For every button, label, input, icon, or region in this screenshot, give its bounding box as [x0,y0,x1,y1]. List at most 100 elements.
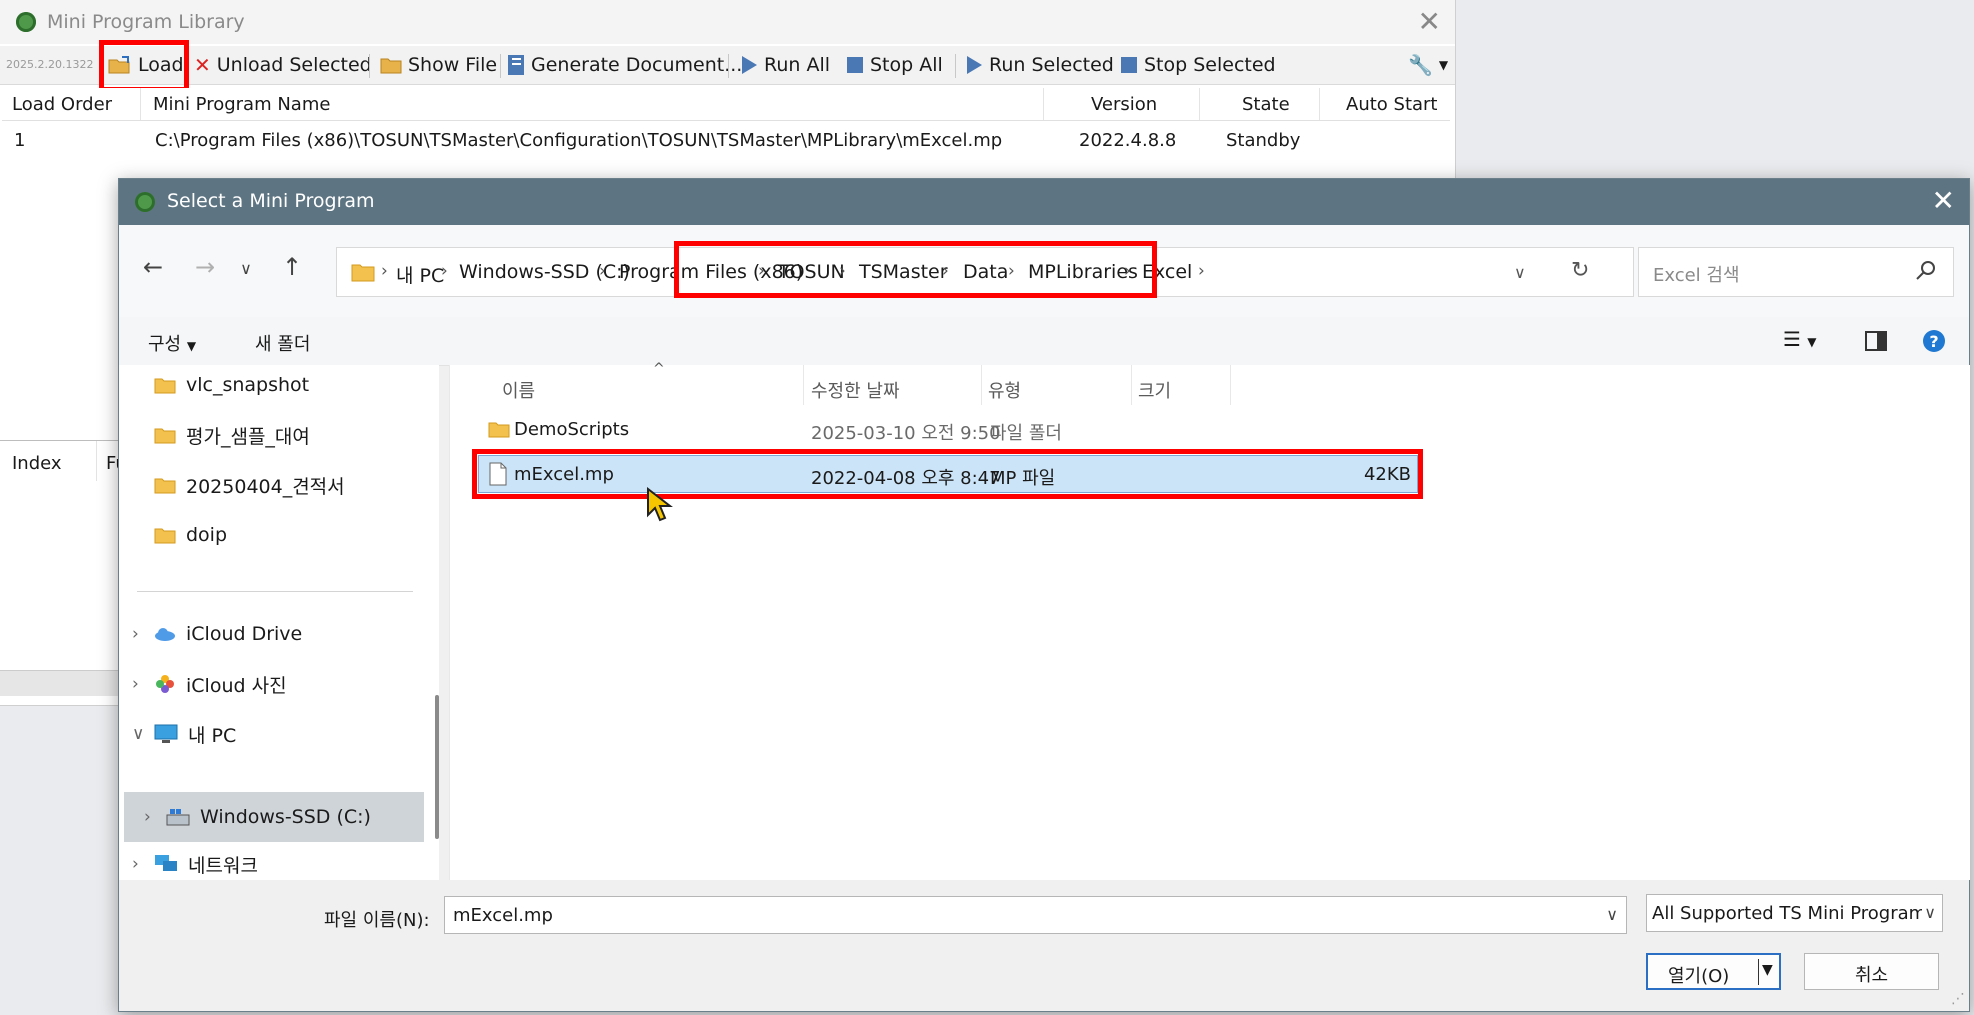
nav-item-evaluation-samples[interactable]: 평가_샘플_대여 [154,415,310,455]
stop-icon [847,57,863,73]
expand-chevron-icon[interactable]: › [132,674,139,694]
column-auto-start[interactable]: Auto Start [1346,94,1438,115]
navigation-bar: ← → ∨ ↑ › 내 PC › Windows-SSD (C:) › Prog… [119,225,1969,317]
up-arrow-icon[interactable]: ↑ [277,253,307,281]
stop-all-button[interactable]: Stop All [846,52,943,78]
folder-icon [154,378,176,394]
organize-menu[interactable]: 구성 ▼ [148,330,196,356]
dialog-title: Select a Mini Program [167,190,375,212]
column-index[interactable]: Index [12,453,62,474]
column-separator [1131,365,1132,405]
chevron-down-icon[interactable]: ∨ [1606,905,1618,924]
open-label: 열기(O) [1668,966,1730,987]
collapse-chevron-icon[interactable]: ∨ [132,724,144,744]
nav-item-windows-ssd[interactable]: › Windows-SSD (C:) [144,797,371,837]
recent-locations-chevron-icon[interactable]: ∨ [231,259,261,278]
split-separator [1758,959,1759,985]
icloud-photos-icon [156,675,174,693]
column-load-order[interactable]: Load Order [12,94,112,115]
toolbar-separator [955,54,956,78]
close-icon[interactable]: ✕ [1932,185,1955,217]
navigation-pane: vlc_snapshot 평가_샘플_대여 20250404_견적서 doip … [119,365,439,880]
show-file-button[interactable]: Show File [380,52,497,78]
view-options-icon[interactable]: ☰ ▼ [1783,327,1817,351]
column-type[interactable]: 유형 [988,377,1021,403]
dialog-footer: 파일 이름(N): mExcel.mp ∨ All Supported TS M… [119,880,1969,1011]
run-all-button[interactable]: Run All [740,52,830,78]
select-mini-program-dialog: Select a Mini Program ✕ ← → ∨ ↑ › 내 PC ›… [118,178,1970,1012]
column-size[interactable]: 크기 [1138,377,1171,403]
stop-all-label: Stop All [870,54,943,76]
breadcrumb-chevron-icon: › [381,261,388,281]
new-folder-button[interactable]: 새 폴더 [255,330,310,356]
folder-icon [154,478,176,494]
column-separator [1199,88,1200,120]
folder-icon [488,422,510,438]
search-icon [1916,261,1935,280]
column-modified[interactable]: 수정한 날짜 [811,377,900,403]
nav-item-doip[interactable]: doip [154,515,227,555]
svg-text:?: ? [1929,332,1938,351]
horizontal-scrollbar[interactable] [0,670,125,696]
back-arrow-icon[interactable]: ← [138,253,168,281]
nav-item-label: iCloud 사진 [186,674,287,697]
filetype-select[interactable]: All Supported TS Mini Program ∨ [1646,894,1943,932]
expand-chevron-icon[interactable]: › [144,807,151,827]
help-icon[interactable]: ? [1922,329,1946,353]
file-modified: 2025-03-10 오전 9:50 [811,423,1001,444]
chevron-down-icon: ∨ [1922,903,1936,922]
nav-item-icloud-photos[interactable]: › iCloud 사진 [132,664,287,704]
filename-value: mExcel.mp [453,905,553,926]
run-selected-button[interactable]: Run Selected [965,52,1114,78]
search-box[interactable]: Excel 검색 [1638,247,1954,297]
network-icon [155,855,177,871]
chevron-down-icon: ▼ [1438,58,1449,72]
generate-document-button[interactable]: Generate Document... [507,52,742,78]
preview-pane-icon[interactable] [1865,331,1887,351]
window-title: Mini Program Library [47,11,245,33]
column-state[interactable]: State [1242,94,1290,115]
nav-scrollbar[interactable] [435,695,439,839]
open-button[interactable]: 열기(O) ▼ [1646,953,1781,990]
settings-dropdown[interactable]: 🔧 ▼ [1408,52,1448,78]
path-highlight [674,241,1157,298]
row-load-order: 1 [14,130,26,151]
cancel-button[interactable]: 취소 [1804,953,1939,990]
nav-item-icloud-drive[interactable]: › iCloud Drive [132,614,302,654]
close-icon[interactable]: ✕ [1418,6,1441,38]
folder-icon [351,264,375,282]
toolbar-separator [500,54,501,78]
folder-icon [154,428,176,444]
nav-item-quotation[interactable]: 20250404_견적서 [154,465,345,505]
nav-item-vlc-snapshot[interactable]: vlc_snapshot [154,365,309,405]
unload-selected-button[interactable]: ✕ Unload Selected [194,52,372,78]
stop-selected-button[interactable]: Stop Selected [1120,52,1276,78]
column-separator [96,441,97,481]
column-mini-program-name[interactable]: Mini Program Name [153,94,330,115]
nav-item-label: 내 PC [188,724,237,747]
breadcrumb-my-pc[interactable]: 내 PC [396,261,444,288]
nav-item-label: Windows-SSD (C:) [200,806,371,828]
refresh-icon[interactable]: ↻ [1571,258,1589,283]
expand-chevron-icon[interactable]: › [132,854,139,874]
resize-grip-icon[interactable]: ⋰ [1951,991,1965,1007]
filename-input[interactable]: mExcel.mp ∨ [444,896,1627,934]
nav-item-label: vlc_snapshot [186,374,310,396]
nav-item-my-pc[interactable]: ∨ 내 PC [132,714,237,754]
run-selected-label: Run Selected [989,54,1114,76]
nav-divider [137,591,413,592]
title-bar: Mini Program Library ✕ [0,0,1455,44]
app-logo-icon [135,192,155,212]
folder-icon [154,528,176,544]
column-version[interactable]: Version [1091,94,1157,115]
filename-label: 파일 이름(N): [324,910,430,931]
forward-arrow-icon[interactable]: → [190,253,220,281]
column-name[interactable]: 이름 [502,377,535,403]
mouse-cursor-icon [647,487,673,522]
expand-chevron-icon[interactable]: › [132,624,139,644]
address-dropdown-icon[interactable]: ∨ [1514,263,1526,282]
open-dropdown-icon[interactable]: ▼ [1762,962,1773,978]
file-row-demoscripts[interactable]: DemoScripts 2025-03-10 오전 9:50 파일 폴더 [478,411,1418,449]
x-icon: ✕ [194,53,211,77]
nav-item-network[interactable]: › 네트워크 [132,844,258,884]
